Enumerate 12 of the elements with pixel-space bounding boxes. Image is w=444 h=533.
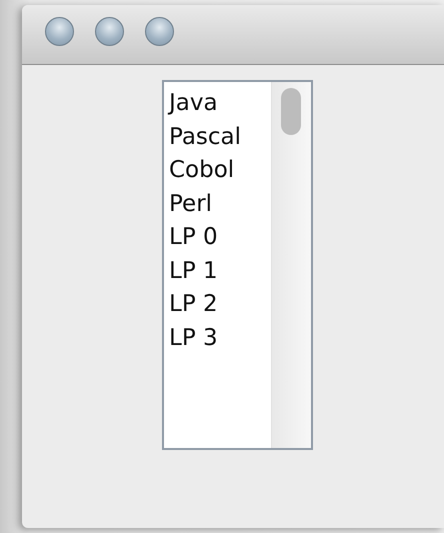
list-item[interactable]: LP 0 xyxy=(169,221,271,254)
minimize-button[interactable] xyxy=(95,17,124,46)
list-item[interactable]: Pascal xyxy=(169,120,271,154)
list-item[interactable]: Cobol xyxy=(169,154,271,188)
list-item[interactable]: LP 2 xyxy=(169,288,271,322)
list-item[interactable]: LP 1 xyxy=(169,254,271,288)
list-item[interactable]: LP 3 xyxy=(169,322,271,355)
scrollbar-thumb[interactable] xyxy=(281,88,301,135)
list-item[interactable]: Java xyxy=(169,87,271,120)
zoom-button[interactable] xyxy=(145,17,174,46)
close-button[interactable] xyxy=(45,17,74,46)
list-item[interactable]: Perl xyxy=(169,188,271,221)
